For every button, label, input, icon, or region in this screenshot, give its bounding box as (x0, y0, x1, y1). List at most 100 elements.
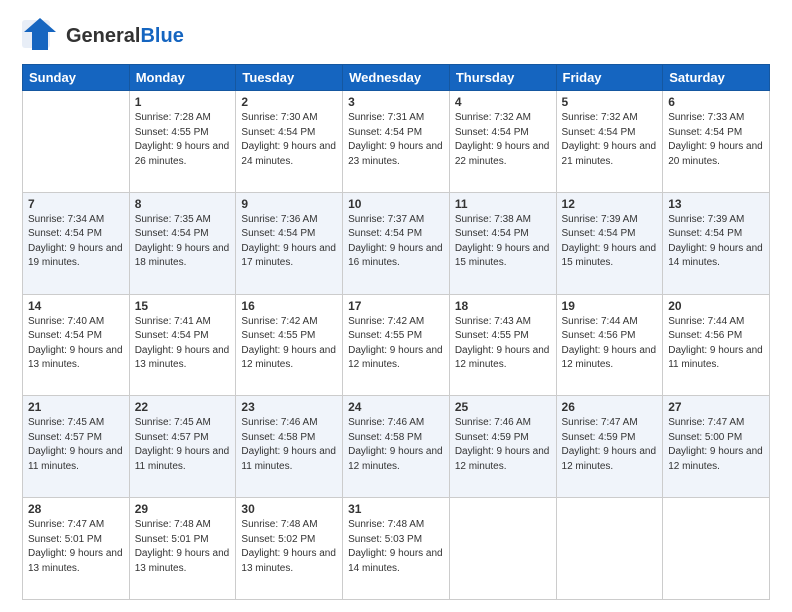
calendar-week-row: 1 Sunrise: 7:28 AMSunset: 4:55 PMDaylight… (23, 91, 770, 193)
day-number: 10 (348, 197, 444, 211)
day-info: Sunrise: 7:39 AMSunset: 4:54 PMDaylight:… (562, 213, 658, 271)
day-number: 17 (348, 299, 444, 313)
day-info: Sunrise: 7:48 AMSunset: 5:02 PMDaylight:… (241, 518, 337, 576)
calendar-cell (23, 91, 130, 193)
calendar-header-row: SundayMondayTuesdayWednesdayThursdayFrid… (23, 65, 770, 91)
day-info: Sunrise: 7:42 AMSunset: 4:55 PMDaylight:… (241, 315, 337, 373)
calendar-cell: 28 Sunrise: 7:47 AMSunset: 5:01 PMDayligh… (23, 498, 130, 600)
day-number: 22 (135, 400, 231, 414)
logo: GeneralBlue (22, 18, 184, 54)
calendar-cell: 5 Sunrise: 7:32 AMSunset: 4:54 PMDaylight… (556, 91, 663, 193)
weekday-header-saturday: Saturday (663, 65, 770, 91)
day-info: Sunrise: 7:47 AMSunset: 4:59 PMDaylight:… (562, 416, 658, 474)
day-number: 1 (135, 95, 231, 109)
calendar-cell: 7 Sunrise: 7:34 AMSunset: 4:54 PMDaylight… (23, 192, 130, 294)
calendar-cell: 20 Sunrise: 7:44 AMSunset: 4:56 PMDayligh… (663, 294, 770, 396)
calendar-cell (449, 498, 556, 600)
calendar-cell: 27 Sunrise: 7:47 AMSunset: 5:00 PMDayligh… (663, 396, 770, 498)
day-number: 26 (562, 400, 658, 414)
weekday-header-sunday: Sunday (23, 65, 130, 91)
calendar-cell: 31 Sunrise: 7:48 AMSunset: 5:03 PMDayligh… (343, 498, 450, 600)
logo-general-text: General (66, 25, 140, 48)
day-info: Sunrise: 7:33 AMSunset: 4:54 PMDaylight:… (668, 111, 764, 169)
logo-icon (22, 18, 62, 54)
day-info: Sunrise: 7:37 AMSunset: 4:54 PMDaylight:… (348, 213, 444, 271)
day-info: Sunrise: 7:28 AMSunset: 4:55 PMDaylight:… (135, 111, 231, 169)
calendar-cell: 21Sunrise: 7:45 AMSunset: 4:57 PMDayligh… (23, 396, 130, 498)
calendar-cell: 25Sunrise: 7:46 AMSunset: 4:59 PMDayligh… (449, 396, 556, 498)
calendar-cell: 16 Sunrise: 7:42 AMSunset: 4:55 PMDayligh… (236, 294, 343, 396)
day-number: 24 (348, 400, 444, 414)
calendar-cell: 4 Sunrise: 7:32 AMSunset: 4:54 PMDaylight… (449, 91, 556, 193)
calendar-cell: 11 Sunrise: 7:38 AMSunset: 4:54 PMDayligh… (449, 192, 556, 294)
day-number: 30 (241, 502, 337, 516)
calendar-cell: 24 Sunrise: 7:46 AMSunset: 4:58 PMDayligh… (343, 396, 450, 498)
calendar-cell: 3Sunrise: 7:31 AMSunset: 4:54 PMDaylight… (343, 91, 450, 193)
day-number: 23 (241, 400, 337, 414)
day-info: Sunrise: 7:43 AMSunset: 4:55 PMDaylight:… (455, 315, 551, 373)
weekday-header-monday: Monday (129, 65, 236, 91)
page: GeneralBlue SundayMondayTuesdayWednesday… (0, 0, 792, 612)
day-info: Sunrise: 7:41 AMSunset: 4:54 PMDaylight:… (135, 315, 231, 373)
day-number: 8 (135, 197, 231, 211)
calendar-cell: 13 Sunrise: 7:39 AMSunset: 4:54 PMDayligh… (663, 192, 770, 294)
day-info: Sunrise: 7:32 AMSunset: 4:54 PMDaylight:… (562, 111, 658, 169)
calendar-cell: 17Sunrise: 7:42 AMSunset: 4:55 PMDayligh… (343, 294, 450, 396)
day-info: Sunrise: 7:44 AMSunset: 4:56 PMDaylight:… (562, 315, 658, 373)
day-info: Sunrise: 7:47 AMSunset: 5:01 PMDaylight:… (28, 518, 124, 576)
calendar-table: SundayMondayTuesdayWednesdayThursdayFrid… (22, 64, 770, 600)
calendar-cell: 26 Sunrise: 7:47 AMSunset: 4:59 PMDayligh… (556, 396, 663, 498)
day-number: 6 (668, 95, 764, 109)
day-number: 16 (241, 299, 337, 313)
calendar-cell (663, 498, 770, 600)
weekday-header-wednesday: Wednesday (343, 65, 450, 91)
day-number: 9 (241, 197, 337, 211)
day-number: 13 (668, 197, 764, 211)
day-info: Sunrise: 7:36 AMSunset: 4:54 PMDaylight:… (241, 213, 337, 271)
day-number: 5 (562, 95, 658, 109)
day-info: Sunrise: 7:35 AMSunset: 4:54 PMDaylight:… (135, 213, 231, 271)
day-number: 18 (455, 299, 551, 313)
day-number: 11 (455, 197, 551, 211)
day-number: 4 (455, 95, 551, 109)
day-info: Sunrise: 7:31 AMSunset: 4:54 PMDaylight:… (348, 111, 444, 169)
calendar-cell: 30 Sunrise: 7:48 AMSunset: 5:02 PMDayligh… (236, 498, 343, 600)
day-number: 28 (28, 502, 124, 516)
day-info: Sunrise: 7:45 AMSunset: 4:57 PMDaylight:… (28, 416, 124, 474)
day-info: Sunrise: 7:39 AMSunset: 4:54 PMDaylight:… (668, 213, 764, 271)
day-info: Sunrise: 7:40 AMSunset: 4:54 PMDaylight:… (28, 315, 124, 373)
calendar-week-row: 7 Sunrise: 7:34 AMSunset: 4:54 PMDaylight… (23, 192, 770, 294)
day-info: Sunrise: 7:46 AMSunset: 4:58 PMDaylight:… (348, 416, 444, 474)
calendar-cell: 10 Sunrise: 7:37 AMSunset: 4:54 PMDayligh… (343, 192, 450, 294)
calendar-cell: 15Sunrise: 7:41 AMSunset: 4:54 PMDayligh… (129, 294, 236, 396)
day-number: 19 (562, 299, 658, 313)
calendar-week-row: 28 Sunrise: 7:47 AMSunset: 5:01 PMDayligh… (23, 498, 770, 600)
day-info: Sunrise: 7:45 AMSunset: 4:57 PMDaylight:… (135, 416, 231, 474)
day-number: 29 (135, 502, 231, 516)
calendar-cell: 6 Sunrise: 7:33 AMSunset: 4:54 PMDaylight… (663, 91, 770, 193)
day-number: 25 (455, 400, 551, 414)
calendar-cell: 9 Sunrise: 7:36 AMSunset: 4:54 PMDaylight… (236, 192, 343, 294)
day-number: 7 (28, 197, 124, 211)
day-info: Sunrise: 7:47 AMSunset: 5:00 PMDaylight:… (668, 416, 764, 474)
day-number: 31 (348, 502, 444, 516)
header: GeneralBlue (22, 18, 770, 54)
calendar-cell: 23 Sunrise: 7:46 AMSunset: 4:58 PMDayligh… (236, 396, 343, 498)
calendar-cell: 8 Sunrise: 7:35 AMSunset: 4:54 PMDaylight… (129, 192, 236, 294)
calendar-cell (556, 498, 663, 600)
weekday-header-tuesday: Tuesday (236, 65, 343, 91)
calendar-week-row: 21Sunrise: 7:45 AMSunset: 4:57 PMDayligh… (23, 396, 770, 498)
day-number: 20 (668, 299, 764, 313)
day-info: Sunrise: 7:34 AMSunset: 4:54 PMDaylight:… (28, 213, 124, 271)
day-info: Sunrise: 7:38 AMSunset: 4:54 PMDaylight:… (455, 213, 551, 271)
day-info: Sunrise: 7:44 AMSunset: 4:56 PMDaylight:… (668, 315, 764, 373)
day-number: 14 (28, 299, 124, 313)
day-info: Sunrise: 7:32 AMSunset: 4:54 PMDaylight:… (455, 111, 551, 169)
calendar-cell: 18 Sunrise: 7:43 AMSunset: 4:55 PMDayligh… (449, 294, 556, 396)
day-info: Sunrise: 7:46 AMSunset: 4:58 PMDaylight:… (241, 416, 337, 474)
weekday-header-thursday: Thursday (449, 65, 556, 91)
day-info: Sunrise: 7:48 AMSunset: 5:03 PMDaylight:… (348, 518, 444, 576)
calendar-cell: 19 Sunrise: 7:44 AMSunset: 4:56 PMDayligh… (556, 294, 663, 396)
calendar-cell: 14 Sunrise: 7:40 AMSunset: 4:54 PMDayligh… (23, 294, 130, 396)
day-number: 27 (668, 400, 764, 414)
